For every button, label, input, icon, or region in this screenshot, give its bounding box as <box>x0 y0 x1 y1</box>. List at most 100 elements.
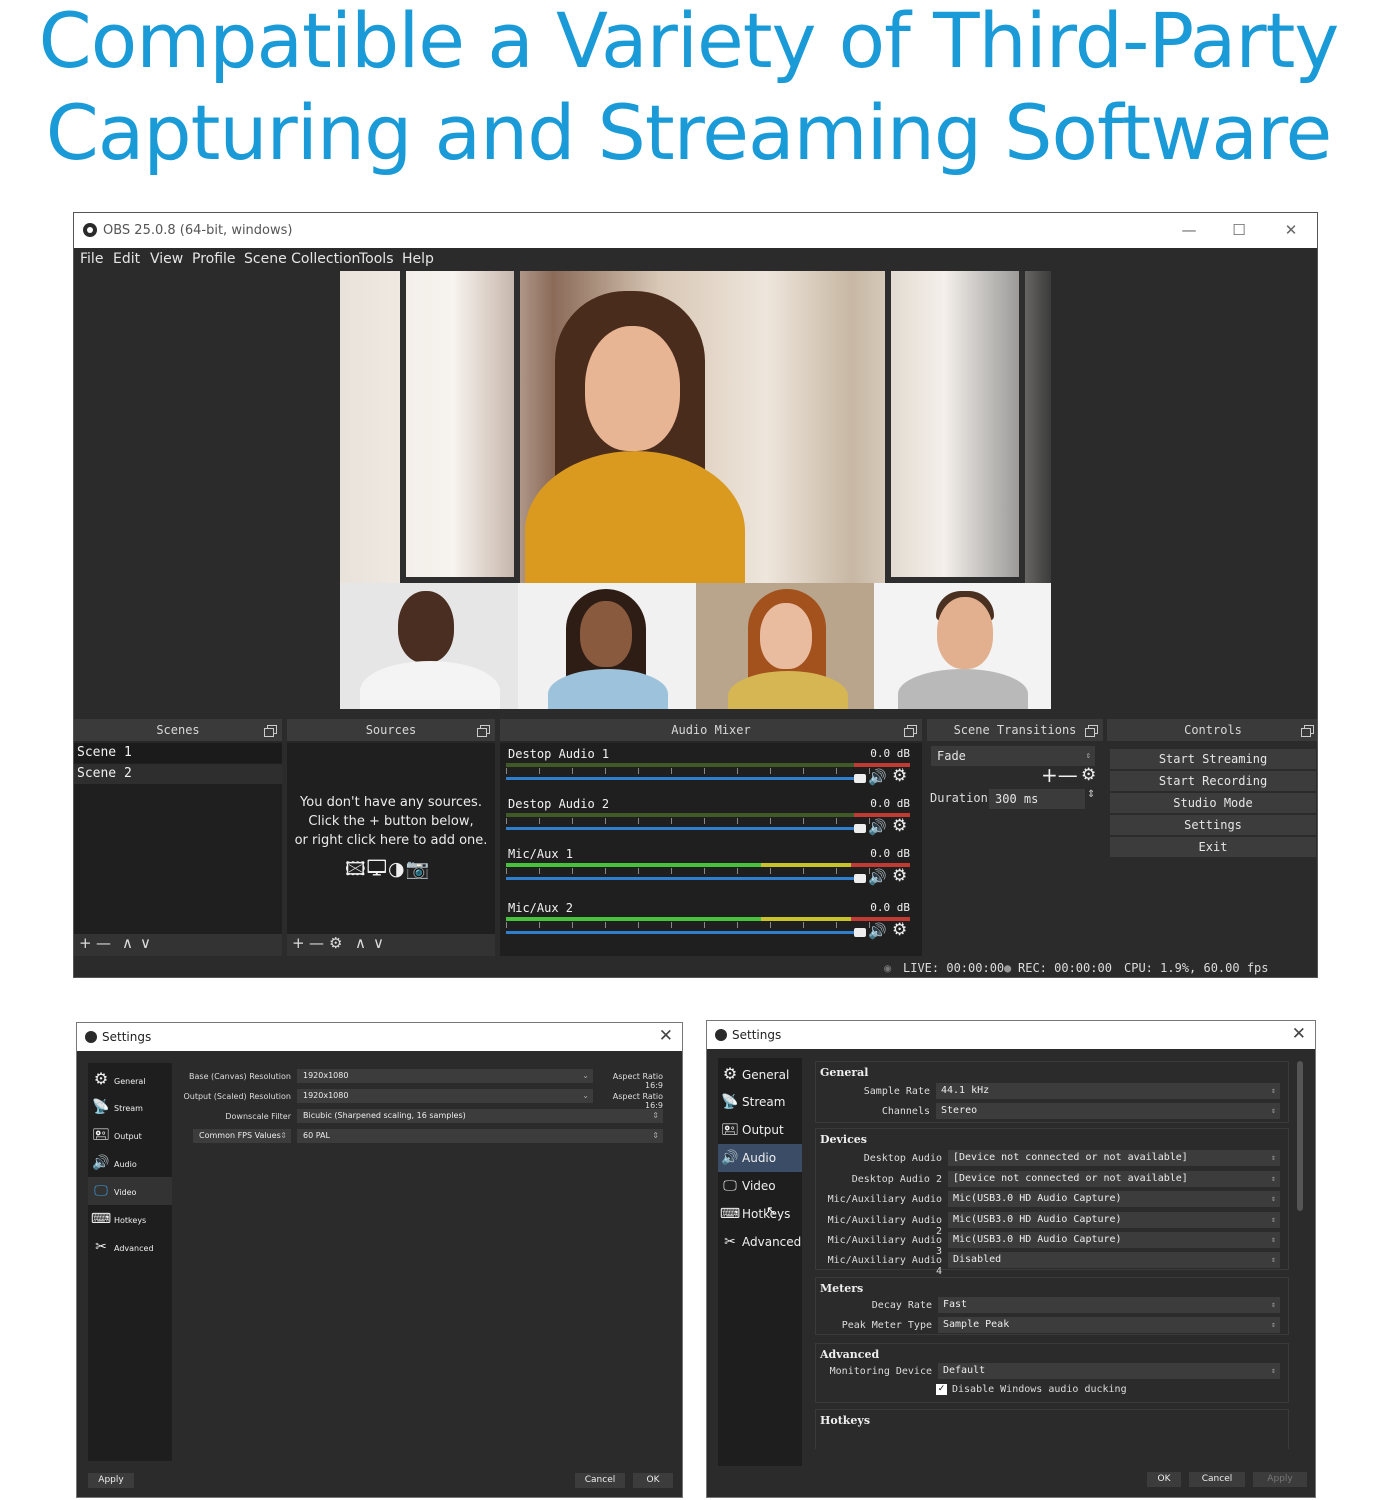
ducking-checkbox[interactable]: ✓ <box>936 1384 947 1395</box>
speaker-icon[interactable]: 🔊 <box>868 868 887 886</box>
add-remove-transition-button[interactable]: +— <box>1041 763 1078 787</box>
duration-input[interactable]: 300 ms <box>989 789 1085 809</box>
menu-edit[interactable]: Edit <box>113 251 140 267</box>
start-recording-button[interactable]: Start Recording <box>1110 771 1316 791</box>
monitoring-device-select[interactable]: Default ⇕ <box>938 1363 1280 1379</box>
volume-slider-handle[interactable] <box>854 774 866 783</box>
volume-slider[interactable] <box>506 874 866 883</box>
channels-select[interactable]: Stereo ⇕ <box>936 1103 1280 1119</box>
undock-icon[interactable] <box>1085 725 1098 737</box>
minimize-button[interactable]: — <box>1177 219 1201 241</box>
exit-button[interactable]: Exit <box>1110 837 1316 857</box>
menu-profile[interactable]: Profile <box>192 251 236 267</box>
undock-icon[interactable] <box>477 725 490 737</box>
sidebar-item-advanced[interactable]: ✂ Advanced <box>88 1233 172 1261</box>
sidebar-item-audio[interactable]: 🔊 Audio <box>718 1144 802 1172</box>
speaker-icon[interactable]: 🔊 <box>868 768 887 786</box>
apply-button[interactable]: Apply <box>88 1473 134 1488</box>
add-scene-button[interactable]: + <box>79 934 92 952</box>
close-button[interactable]: ✕ <box>1292 1024 1306 1044</box>
source-properties-gear-icon[interactable]: ⚙ <box>329 934 342 952</box>
mic-aux-4-select[interactable]: Disabled ⇕ <box>948 1252 1280 1268</box>
remove-scene-button[interactable]: — <box>96 934 111 952</box>
volume-slider-handle[interactable] <box>854 874 866 883</box>
apply-button[interactable]: Apply <box>1253 1472 1307 1487</box>
desktop-audio-2-select[interactable]: [Device not connected or not available] ⇕ <box>948 1171 1280 1187</box>
move-down-button[interactable]: ∨ <box>140 934 151 952</box>
fps-type-select[interactable]: Common FPS Values ⇕ <box>193 1129 291 1143</box>
speaker-icon[interactable]: 🔊 <box>868 818 887 836</box>
volume-slider-handle[interactable] <box>854 928 866 937</box>
gear-icon[interactable]: ⚙ <box>892 920 907 940</box>
volume-slider[interactable] <box>506 824 866 833</box>
sidebar-item-hotkeys[interactable]: ⌨ Hotkeys <box>88 1205 172 1233</box>
sidebar-item-audio[interactable]: 🔊 Audio <box>88 1149 172 1177</box>
sidebar-item-output[interactable]: 🖭 Output <box>718 1116 802 1144</box>
mic-aux-3-select[interactable]: Mic(USB3.0 HD Audio Capture) ⇕ <box>948 1232 1280 1248</box>
mic-aux-4-label: Mic/Auxiliary Audio 4 <box>827 1255 942 1277</box>
decay-rate-select[interactable]: Fast ⇕ <box>938 1297 1280 1313</box>
volume-slider[interactable] <box>506 928 866 937</box>
cancel-button[interactable]: Cancel <box>575 1473 625 1488</box>
move-up-button[interactable]: ∧ <box>355 934 366 952</box>
sidebar-item-video[interactable]: 🖵 Video <box>718 1172 802 1200</box>
scrollbar[interactable] <box>1297 1061 1303 1211</box>
menu-tools[interactable]: Tools <box>359 251 394 267</box>
settings-button[interactable]: Settings <box>1110 815 1316 835</box>
cancel-button[interactable]: Cancel <box>1189 1472 1245 1487</box>
output-resolution-field[interactable]: 1920x1080 ⌄ <box>297 1089 593 1103</box>
volume-slider[interactable] <box>506 774 866 783</box>
scenes-list: Scene 1 Scene 2 <box>74 743 282 934</box>
sample-rate-select[interactable]: 44.1 kHz ⇕ <box>936 1083 1280 1099</box>
scene-item-2[interactable]: Scene 2 <box>74 764 282 784</box>
close-button[interactable]: ✕ <box>659 1026 673 1046</box>
preview-canvas[interactable] <box>340 271 1051 709</box>
sidebar-item-advanced[interactable]: ✂ Advanced <box>718 1228 802 1256</box>
fps-value-select[interactable]: 60 PAL ⇕ <box>297 1129 663 1143</box>
ok-button[interactable]: OK <box>1147 1472 1181 1487</box>
chevron-updown-icon: ⇕ <box>1271 1153 1276 1162</box>
base-resolution-field[interactable]: 1920x1080 ⌄ <box>297 1069 593 1083</box>
undock-icon[interactable] <box>1301 725 1314 737</box>
menu-view[interactable]: View <box>150 251 183 267</box>
channel-name: Mic/Aux 1 <box>508 847 574 861</box>
remove-source-button[interactable]: — <box>309 934 324 952</box>
mic-aux-2-select[interactable]: Mic(USB3.0 HD Audio Capture) ⇕ <box>948 1212 1280 1228</box>
move-down-button[interactable]: ∨ <box>373 934 384 952</box>
close-button[interactable]: ✕ <box>1279 219 1303 241</box>
transition-gear-icon[interactable]: ⚙ <box>1081 765 1096 785</box>
sidebar-item-general[interactable]: ⚙ General <box>88 1065 172 1093</box>
gear-icon[interactable]: ⚙ <box>892 866 907 886</box>
speaker-icon[interactable]: 🔊 <box>868 922 887 940</box>
obs-logo-icon <box>83 223 97 237</box>
sidebar-item-output[interactable]: 🖭 Output <box>88 1121 172 1149</box>
desktop-audio-select[interactable]: [Device not connected or not available] ⇕ <box>948 1150 1280 1166</box>
gear-icon[interactable]: ⚙ <box>892 816 907 836</box>
menu-help[interactable]: Help <box>402 251 434 267</box>
undock-icon[interactable] <box>904 725 917 737</box>
downscale-filter-select[interactable]: Bicubic (Sharpened scaling, 16 samples) ⇕ <box>297 1109 663 1123</box>
gear-icon[interactable]: ⚙ <box>892 766 907 786</box>
studio-mode-button[interactable]: Studio Mode <box>1110 793 1316 813</box>
sidebar-item-video[interactable]: 🖵 Video <box>88 1177 172 1205</box>
scene-item-1[interactable]: Scene 1 <box>74 743 282 763</box>
sidebar-item-stream[interactable]: 📡 Stream <box>88 1093 172 1121</box>
sidebar-item-stream[interactable]: 📡 Stream <box>718 1088 802 1116</box>
volume-slider-handle[interactable] <box>854 824 866 833</box>
menu-file[interactable]: File <box>80 251 103 267</box>
move-up-button[interactable]: ∧ <box>122 934 133 952</box>
sources-list[interactable]: You don't have any sources. Click the + … <box>287 743 495 934</box>
menu-scene-collection[interactable]: Scene Collection <box>244 251 360 267</box>
add-source-button[interactable]: + <box>292 934 305 952</box>
mic-aux-select[interactable]: Mic(USB3.0 HD Audio Capture) ⇕ <box>948 1191 1280 1207</box>
ok-button[interactable]: OK <box>633 1473 673 1488</box>
chevron-down-icon: ⌄ <box>582 1091 589 1100</box>
maximize-button[interactable]: ☐ <box>1227 219 1251 241</box>
sources-toolbar: + — ⚙ ∧ ∨ <box>287 934 495 956</box>
sidebar-item-hotkeys[interactable]: ⌨ Hotkeys <box>718 1200 802 1228</box>
undock-icon[interactable] <box>264 725 277 737</box>
peak-meter-type-select[interactable]: Sample Peak ⇕ <box>938 1317 1280 1333</box>
start-streaming-button[interactable]: Start Streaming <box>1110 749 1316 769</box>
duration-stepper-icon[interactable]: ⇕ <box>1087 789 1095 800</box>
sidebar-item-general[interactable]: ⚙ General <box>718 1060 802 1088</box>
